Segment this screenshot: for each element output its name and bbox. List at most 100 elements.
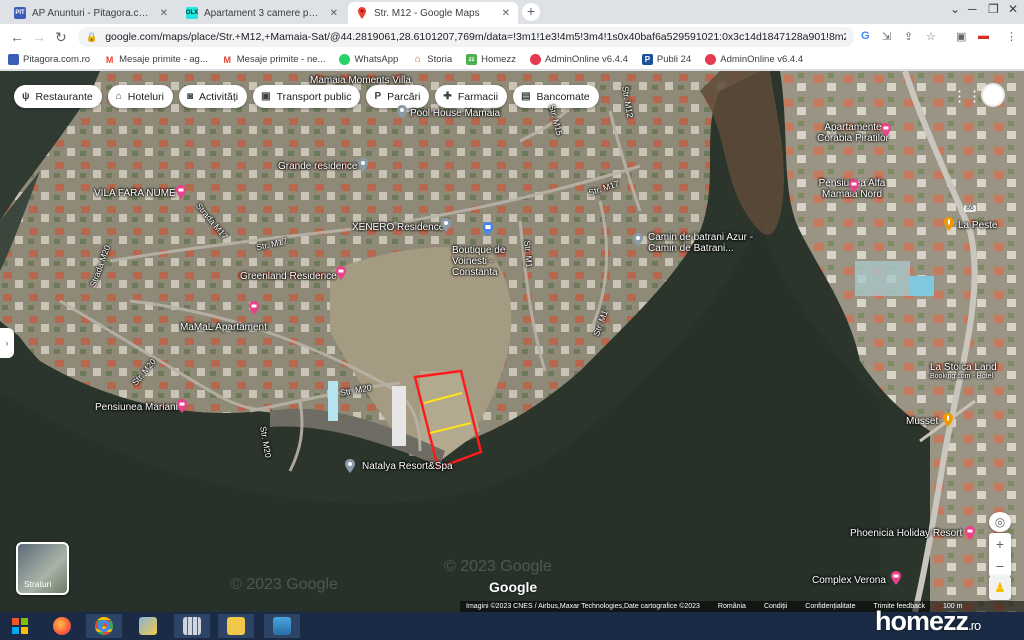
hotel-pin-icon[interactable]: [880, 123, 892, 137]
place-musset[interactable]: Musset: [906, 416, 938, 427]
side-panel-icon[interactable]: ▣: [956, 30, 966, 43]
place-greenland[interactable]: Greenland Residence: [240, 271, 337, 282]
side-panel-toggle[interactable]: ›: [0, 328, 14, 358]
zoom-in-button[interactable]: +: [989, 533, 1011, 555]
taskbar-photos[interactable]: [264, 614, 300, 638]
place-booking-hotel[interactable]: Booking.com - Hotel: [930, 373, 993, 380]
tab-google-maps[interactable]: Str. M12 - Google Maps ✕: [348, 2, 518, 24]
chip-restaurants[interactable]: ψ Restaurante: [14, 85, 102, 108]
chip-hotels[interactable]: ⌂ Hoteluri: [107, 85, 173, 108]
my-location-button[interactable]: ◎: [989, 512, 1011, 532]
place-complex-verona[interactable]: Complex Verona: [812, 575, 886, 586]
bookmark-adminonline-2[interactable]: AdminOnline v6.4.4: [705, 54, 803, 65]
hotel-pin-icon[interactable]: [848, 179, 860, 193]
street-view-pegman[interactable]: ♟: [989, 576, 1011, 600]
chip-pharmacies[interactable]: ✚ Farmacii: [435, 85, 508, 108]
bookmark-pitagora[interactable]: Pitagora.com.ro: [8, 54, 90, 65]
install-app-icon[interactable]: ⇲: [882, 30, 891, 43]
place-la-peste[interactable]: La Peste: [958, 220, 997, 231]
whatsapp-icon: [339, 54, 351, 65]
share-icon[interactable]: ⇪: [904, 30, 913, 43]
adminonline-icon: [529, 54, 541, 65]
shopping-pin-icon[interactable]: [482, 222, 494, 236]
bookmark-whatsapp[interactable]: WhatsApp: [339, 54, 398, 65]
close-tab-icon[interactable]: ✕: [502, 8, 510, 19]
restore-icon[interactable]: ❐: [988, 2, 999, 16]
satellite-map[interactable]: ψ Restaurante ⌂ Hoteluri ◙ Activități ▣ Tran…: [0, 71, 1024, 612]
menu-dots-icon[interactable]: ⋮: [1006, 30, 1017, 43]
taskbar-explorer[interactable]: [218, 614, 254, 638]
place-natalya[interactable]: Natalya Resort&Spa: [362, 461, 453, 472]
minimize-icon[interactable]: ─: [968, 2, 977, 16]
tab-olx[interactable]: OLX Apartament 3 camere poarta 6 C ✕: [178, 2, 346, 24]
chip-label: Parcări: [387, 90, 421, 103]
map-pin-icon[interactable]: [440, 218, 452, 232]
bookmark-gmail-2[interactable]: M Mesaje primite - ne...: [221, 54, 325, 65]
map-pin-icon[interactable]: [396, 105, 408, 119]
chip-label: Bancomate: [536, 90, 590, 103]
map-pin-icon[interactable]: [632, 233, 644, 247]
place-camin-batrani[interactable]: Camin de batrani Azur - Camin de Batrani…: [648, 232, 766, 254]
close-window-icon[interactable]: ✕: [1008, 2, 1018, 16]
place-pool-house[interactable]: Pool House Mamaia: [410, 108, 500, 119]
bookmark-star-icon[interactable]: ☆: [926, 30, 936, 43]
hotel-pin-icon[interactable]: [248, 301, 260, 315]
bookmark-homezz[interactable]: zz Homezz: [466, 54, 516, 65]
place-mamaia-moments[interactable]: Mamaia Moments Villa: [310, 75, 411, 86]
place-vila-fara-nume[interactable]: VILA FARA NUME: [94, 188, 176, 199]
place-grande-residence[interactable]: Grande residence: [278, 161, 358, 172]
gmail-icon: M: [221, 54, 233, 65]
start-button[interactable]: [2, 614, 38, 638]
forward-arrow-icon[interactable]: →: [32, 29, 46, 45]
close-tab-icon[interactable]: ✕: [330, 8, 338, 19]
pegman-icon: ♟: [994, 580, 1006, 595]
address-bar[interactable]: 🔒 google.com/maps/place/Str.+M12,+Mamaia…: [78, 27, 854, 47]
place-boutique-voinesti[interactable]: Boutique de Voinesti - Constanta: [452, 245, 530, 278]
bookmark-label: Publi 24: [656, 54, 692, 65]
place-mamal[interactable]: MaMaL Apartament: [180, 322, 267, 333]
bookmark-storia[interactable]: ⌂ Storia: [412, 54, 452, 65]
extension-icon[interactable]: ▬: [978, 30, 989, 42]
privacy-link[interactable]: Confidențialitate: [805, 603, 855, 610]
chip-label: Transport public: [276, 90, 352, 103]
hotel-pin-icon[interactable]: [335, 266, 347, 280]
google-lens-icon[interactable]: G: [861, 30, 870, 42]
hotel-pin-icon[interactable]: [176, 399, 188, 413]
new-tab-button[interactable]: +: [522, 3, 540, 21]
hotel-pin-icon[interactable]: [890, 571, 902, 585]
bookmark-adminonline-1[interactable]: AdminOnline v6.4.4: [529, 54, 628, 65]
restaurant-pin-icon[interactable]: [942, 413, 954, 427]
zoom-out-button[interactable]: −: [989, 555, 1011, 577]
restaurant-pin-icon[interactable]: [943, 217, 955, 231]
gmail-icon: M: [104, 54, 116, 65]
terms-link[interactable]: Condiții: [764, 603, 787, 610]
taskbar-firefox[interactable]: [44, 614, 80, 638]
taskbar-chrome[interactable]: [86, 614, 122, 638]
hotel-pin-icon[interactable]: [175, 185, 187, 199]
place-la-stoica[interactable]: La Stoica Land: [930, 362, 997, 373]
taskbar-calculator[interactable]: [174, 614, 210, 638]
reload-icon[interactable]: ↻: [55, 29, 67, 46]
map-pin-icon[interactable]: [344, 459, 356, 473]
bookmark-publi24[interactable]: P Publi 24: [641, 54, 692, 65]
place-xenero[interactable]: XENERO Residence: [352, 222, 444, 233]
chip-public-transport[interactable]: ▣ Transport public: [253, 85, 361, 108]
hotel-pin-icon[interactable]: [964, 526, 976, 540]
taskbar-paint[interactable]: [130, 614, 166, 638]
tab-pitagora[interactable]: PIT AP Anunturi - Pitagora.com.ro ✕: [6, 2, 176, 24]
chip-activities[interactable]: ◙ Activități: [178, 85, 248, 108]
avatar[interactable]: [981, 83, 1005, 107]
google-apps-icon[interactable]: ⋮⋮: [952, 87, 982, 105]
map-pin-icon[interactable]: [357, 158, 369, 172]
country-link[interactable]: România: [718, 603, 746, 610]
bookmark-gmail-1[interactable]: M Mesaje primite - ag...: [104, 54, 208, 65]
close-tab-icon[interactable]: ✕: [160, 8, 168, 19]
layers-button[interactable]: Straturi: [16, 542, 69, 595]
back-arrow-icon[interactable]: ←: [10, 29, 24, 45]
place-pensiunea-mariani[interactable]: Pensiunea Mariani: [95, 402, 178, 413]
imagery-credit: Imagini ©2023 CNES / Airbus,Maxar Techno…: [466, 603, 700, 610]
place-phoenicia[interactable]: Phoenicia Holiday Resort: [850, 528, 962, 539]
chevron-down-icon[interactable]: ⌄: [950, 2, 960, 16]
map-watermark: © 2023 Google: [444, 558, 552, 575]
bed-icon: ⌂: [115, 91, 122, 102]
